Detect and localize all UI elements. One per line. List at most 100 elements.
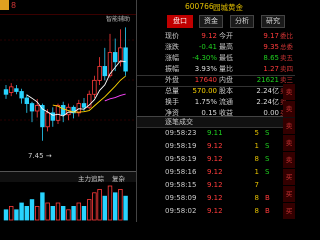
order-book-side-label: 买 [283, 169, 295, 185]
quote-value: 8.65 [263, 54, 279, 62]
candle-body [97, 66, 102, 81]
trade-side: S [265, 155, 270, 163]
volume-svg [3, 185, 128, 221]
quote-label: 最高 [219, 43, 233, 51]
trade-side: B [265, 207, 270, 215]
quote-value: 9.35 [263, 43, 279, 51]
trade-time: 09:58:19 [165, 142, 197, 150]
side-label: 总委 [280, 43, 293, 51]
volume-bar [3, 209, 9, 221]
trades-header-label: 逐笔成交 [165, 118, 193, 126]
quote-label: 振幅 [165, 65, 179, 73]
side-label: 卖四 [280, 65, 293, 73]
candle-body [55, 105, 61, 121]
order-book-side-label: 卖 [283, 152, 295, 168]
volume-bar [76, 202, 81, 221]
low-price-label: 7.45 → [28, 152, 52, 160]
quote-label: 最低 [219, 54, 233, 62]
candle-body [61, 105, 66, 116]
candle-body [24, 97, 29, 104]
quote-row: 现价 9.12 今开 9.17 委比 [137, 31, 295, 42]
volume-bar [8, 205, 14, 221]
volume-bar [71, 205, 76, 221]
volume-bar [113, 192, 118, 221]
candle-body [92, 79, 97, 95]
candle-body [14, 88, 19, 92]
candle-body [81, 103, 87, 108]
trade-price: 9.12 [207, 142, 223, 150]
trade-volume: 8 [254, 155, 259, 163]
order-book-side-label: 卖 [283, 118, 295, 134]
tab-research[interactable]: 研究 [261, 15, 285, 28]
trade-volume: 8 [254, 194, 259, 202]
volume-bar [123, 195, 128, 221]
trade-row: 09:58:16 9.12 1 S [137, 167, 295, 178]
ma20-line [104, 93, 126, 102]
quote-value: 3.93% [194, 65, 217, 73]
tab-analysis[interactable]: 分析 [230, 15, 254, 28]
trade-volume: 5 [254, 129, 259, 137]
volume-bar [24, 205, 29, 221]
quote-label: 股本 [219, 87, 233, 95]
volume-bar [45, 202, 50, 221]
quote-value: 9.17 [263, 32, 279, 40]
low-arrow-icon: → [45, 152, 52, 160]
volume-bar [92, 192, 97, 221]
indicator-bar[interactable]: 主力追踪 复杂 [0, 171, 136, 183]
quote-value: -4.30% [192, 54, 217, 62]
quote-label: 涨幅 [165, 54, 179, 62]
quote-row: 涨幅 -4.30% 最低 8.65 卖五 [137, 53, 295, 64]
quote-label: 内盘 [219, 76, 233, 84]
trade-side: B [265, 194, 270, 202]
candle-body [3, 89, 9, 95]
tab-funds[interactable]: 资金 [199, 15, 223, 28]
candle-body [76, 103, 81, 114]
quote-row: 振幅 3.93% 量比 1.27 卖四 [137, 64, 295, 75]
trade-price: 9.12 [207, 194, 223, 202]
quote-value: 9.12 [201, 32, 217, 40]
candle-body [19, 91, 24, 99]
volume-bar [107, 185, 113, 221]
trade-row: 09:58:02 9.12 8 B [137, 206, 295, 217]
stock-title-bar: 600766 园城黄金 [137, 0, 295, 13]
quote-row: 外盘 17640 内盘 21621 卖三 [137, 75, 295, 86]
trade-time: 09:58:16 [165, 168, 197, 176]
volume-bar [19, 202, 24, 221]
panel-tabs: 盘口 资金 分析 研究 [137, 15, 295, 28]
candle-body [102, 66, 107, 77]
trade-row: 09:58:09 9.12 8 B [137, 193, 295, 204]
trade-row: 09:58:19 9.12 8 S [137, 154, 295, 165]
quote-label: 流通 [219, 98, 233, 106]
volume-bar [40, 192, 45, 221]
quote-label: 现价 [165, 32, 179, 40]
candle-body [8, 86, 14, 93]
stock-name: 园城黄金 [213, 3, 243, 12]
trade-price: 9.11 [207, 129, 223, 137]
order-book-side-label: 买 [283, 203, 295, 219]
trade-time: 09:58:15 [165, 181, 197, 189]
quote-value: -0.41 [198, 43, 217, 51]
side-label: 委比 [280, 32, 293, 40]
trade-row: 09:58:19 9.12 1 S [137, 141, 295, 152]
quote-value: 17640 [194, 76, 217, 84]
volume-bar [29, 199, 35, 221]
trade-volume: 8 [254, 207, 259, 215]
volume-bar [66, 209, 71, 221]
candle-body [35, 105, 40, 112]
quote-panel: 600766 园城黄金 盘口 资金 分析 研究 现价 9.12 今开 9.17 委比 涨跌… [137, 0, 295, 222]
volume-bar [102, 195, 107, 221]
volume-bar [81, 205, 87, 221]
trade-price: 9.12 [207, 207, 223, 215]
trade-time: 09:58:02 [165, 207, 197, 215]
trade-volume: 1 [254, 168, 259, 176]
quote-row: 总量570.00股本2.24亿卖二 [137, 86, 295, 97]
trades-header: 逐笔成交 9 [137, 116, 295, 128]
kline-svg [0, 27, 136, 141]
tab-pankou[interactable]: 盘口 [167, 15, 193, 28]
kline-chart-pane[interactable]: 8 智能辅助 7.45 → 主力追踪 复杂 [0, 0, 136, 222]
quote-value: 570.00 [192, 87, 218, 95]
order-book-side-label: 卖 [283, 84, 295, 100]
stock-code: 600766 [185, 2, 214, 11]
candle-body [118, 47, 123, 63]
trade-row: 09:58:23 9.11 5 S [137, 128, 295, 139]
